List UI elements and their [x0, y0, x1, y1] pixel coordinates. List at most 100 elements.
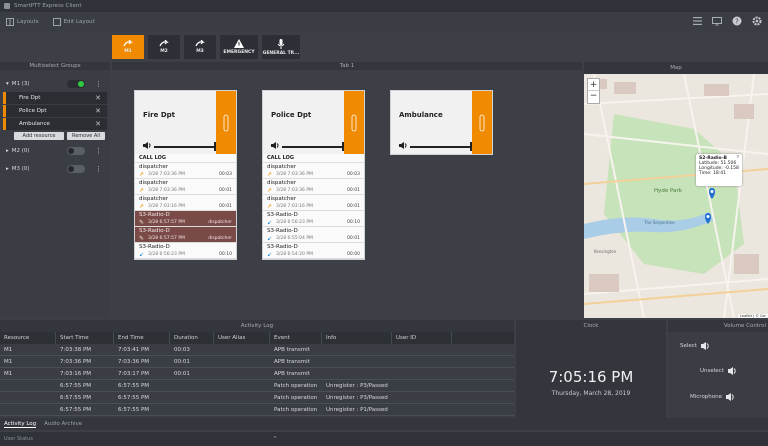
- speaker-icon[interactable]: [399, 142, 407, 151]
- group-m3[interactable]: ▸ M3 (0) ⋮: [3, 162, 107, 175]
- tab-1[interactable]: Tab 1: [112, 62, 582, 70]
- close-icon[interactable]: ✕: [95, 107, 101, 115]
- call-time: 3/28 6:55:04 PM: [276, 236, 313, 241]
- column-header[interactable]: Resource: [0, 332, 56, 344]
- speaker-icon[interactable]: [143, 142, 151, 151]
- group-m2-toggle[interactable]: [67, 146, 85, 155]
- column-header[interactable]: Info: [322, 332, 392, 344]
- monitor-icon[interactable]: [712, 16, 722, 26]
- ptt-strip[interactable]: [344, 91, 364, 154]
- call-log-entry[interactable]: dispatcher ↗ 3/28 7:03:16 PM 00:01: [263, 195, 364, 211]
- volume-slider[interactable]: [154, 141, 216, 151]
- call-duration: 00:01: [347, 188, 360, 193]
- call-log-entry[interactable]: dispatcher ↗ 3/28 7:03:36 PM 00:01: [263, 179, 364, 195]
- table-row[interactable]: M1 7:03:38 PM 7:03:41 PM 00:03 APB transmit: [0, 344, 514, 356]
- resource-card-police[interactable]: Police Dpt CALL LOG dispatcher ↗ 3/28 7:03…: [262, 90, 365, 260]
- table-row[interactable]: M1 7:03:36 PM 7:03:36 PM 00:01 APB transmit: [0, 356, 514, 368]
- map-canvas: [584, 74, 768, 318]
- mode-button-m3[interactable]: M3: [184, 35, 216, 59]
- group-m3-toggle[interactable]: [67, 164, 85, 173]
- resource-card-fire[interactable]: Fire Dpt CALL LOG dispatcher ↗ 3/28 7:03:3…: [134, 90, 237, 260]
- speaker-icon[interactable]: [727, 367, 737, 375]
- ptt-strip[interactable]: [216, 91, 236, 154]
- call-log-entry[interactable]: S3-Radio-D ↙ 3/28 6:54:20 PM 00:00: [263, 243, 364, 259]
- column-header[interactable]: Duration: [170, 332, 214, 344]
- group-m1-toggle[interactable]: [67, 79, 85, 88]
- speaker-icon[interactable]: [726, 393, 735, 401]
- speaker-icon[interactable]: [700, 342, 710, 350]
- call-log-entry[interactable]: dispatcher ↗ 3/28 7:03:36 PM 00:01: [135, 179, 236, 195]
- volume-slider[interactable]: [282, 141, 344, 151]
- user-status[interactable]: User Status: [4, 436, 33, 442]
- call-log-entry[interactable]: S3-Radio-D ✎ 3/28 6:57:57 PM dispatcher: [135, 227, 236, 243]
- layouts-button[interactable]: Layouts: [6, 18, 39, 26]
- call-time: 3/28 7:03:36 PM: [148, 172, 185, 177]
- caller-name: S3-Radio-D: [267, 212, 298, 218]
- expand-arrow-icon[interactable]: ▸: [6, 148, 9, 154]
- menu-icon[interactable]: [692, 16, 702, 26]
- call-log-entry[interactable]: S3-Radio-D ↙ 3/28 6:55:04 PM 00:01: [263, 227, 364, 243]
- resource-item[interactable]: Fire Dpt ✕: [3, 92, 107, 104]
- column-header[interactable]: User Alias: [214, 332, 270, 344]
- call-duration: 00:10: [219, 252, 232, 257]
- call-log-entry[interactable]: dispatcher ↗ 3/28 7:03:36 PM 00:03: [135, 163, 236, 179]
- collapse-arrow-icon[interactable]: ▾: [6, 81, 9, 87]
- column-header[interactable]: User ID: [392, 332, 452, 344]
- remove-all-button[interactable]: Remove All: [67, 132, 105, 140]
- call-log-entry[interactable]: S3-Radio-D ↙ 3/28 6:56:23 PM 00:10: [263, 211, 364, 227]
- popup-close-icon[interactable]: ×: [736, 154, 740, 160]
- call-log-entry[interactable]: dispatcher ↗ 3/28 7:03:16 PM 00:01: [135, 195, 236, 211]
- more-icon[interactable]: ⋮: [95, 80, 102, 88]
- resource-item[interactable]: Ambulance ✕: [3, 118, 107, 130]
- speaker-icon[interactable]: [271, 142, 279, 151]
- emergency-button[interactable]: EMERGENCY: [220, 35, 258, 59]
- ptt-strip[interactable]: [472, 91, 492, 154]
- add-resource-button[interactable]: Add resource: [14, 132, 64, 140]
- call-log-entry[interactable]: dispatcher ↗ 3/28 7:03:36 PM 00:03: [263, 163, 364, 179]
- tab-activity-log[interactable]: Activity Log: [4, 421, 37, 428]
- map-popup: S2-Radio-B Latitude: 51.506 Longitude: -…: [696, 154, 742, 186]
- more-icon[interactable]: ⋮: [95, 147, 102, 155]
- more-icon[interactable]: ⋮: [95, 165, 102, 173]
- volume-slider[interactable]: [410, 141, 472, 151]
- toolbar: Layouts Edit Layout ?: [0, 12, 768, 32]
- incoming-call-icon: ↙: [267, 219, 273, 226]
- group-m2[interactable]: ▸ M2 (0) ⋮: [3, 144, 107, 157]
- zoom-in-button[interactable]: +: [588, 79, 599, 91]
- table-cell: 7:03:36 PM: [118, 358, 150, 365]
- map-view[interactable]: + − S2-Radio-B Latitude: 51.506 Longitud…: [584, 74, 768, 318]
- call-log-entry[interactable]: S3-Radio-D ✎ 3/28 6:57:57 PM dispatcher: [135, 211, 236, 227]
- patch-icon: ✎: [139, 235, 145, 242]
- resource-item[interactable]: Police Dpt ✕: [3, 105, 107, 117]
- close-icon[interactable]: ✕: [95, 120, 101, 128]
- table-cell: 7:03:38 PM: [60, 346, 92, 353]
- table-row[interactable]: 6:57:55 PM 6:57:55 PM Patch operation Unreg…: [0, 380, 514, 392]
- tab-audio-archive[interactable]: Audio Archive: [44, 421, 82, 427]
- table-row[interactable]: M1 7:03:16 PM 7:03:17 PM 00:01 APB transmit: [0, 368, 514, 380]
- caller-name: S3-Radio-D: [267, 244, 298, 250]
- mode-button-m2[interactable]: M2: [148, 35, 180, 59]
- table-row[interactable]: 6:57:55 PM 6:57:55 PM Patch operation Unreg…: [0, 392, 514, 404]
- edit-layout-button[interactable]: Edit Layout: [52, 18, 95, 26]
- call-time: 3/28 6:57:57 PM: [148, 236, 185, 241]
- call-log-entry[interactable]: S3-Radio-D ↙ 3/28 6:56:23 PM 00:10: [135, 243, 236, 259]
- general-transmit-button[interactable]: GENERAL TR...: [262, 35, 300, 59]
- table-row[interactable]: 6:57:55 PM 6:57:55 PM Patch operation Unreg…: [0, 404, 514, 416]
- group-m1[interactable]: ▾ M1 (3) ⋮: [3, 77, 107, 90]
- column-header[interactable]: Start Time: [56, 332, 114, 344]
- resource-card-ambulance[interactable]: Ambulance: [390, 90, 493, 155]
- call-duration: 00:01: [347, 204, 360, 209]
- help-icon[interactable]: ?: [732, 16, 742, 26]
- expand-arrow-icon[interactable]: ▸: [6, 166, 9, 172]
- call-duration: 00:10: [347, 220, 360, 225]
- close-icon[interactable]: ✕: [95, 94, 101, 102]
- call-time: 3/28 7:03:36 PM: [276, 172, 313, 177]
- call-duration: 00:03: [219, 172, 232, 177]
- chevron-up-icon[interactable]: ⌃: [272, 435, 278, 443]
- zoom-out-button[interactable]: −: [588, 91, 599, 103]
- settings-gear-icon[interactable]: [752, 16, 762, 26]
- column-header[interactable]: End Time: [114, 332, 170, 344]
- mode-button-m1[interactable]: M1: [112, 35, 144, 59]
- column-header[interactable]: Event: [270, 332, 322, 344]
- table-cell: 6:57:55 PM: [118, 394, 150, 401]
